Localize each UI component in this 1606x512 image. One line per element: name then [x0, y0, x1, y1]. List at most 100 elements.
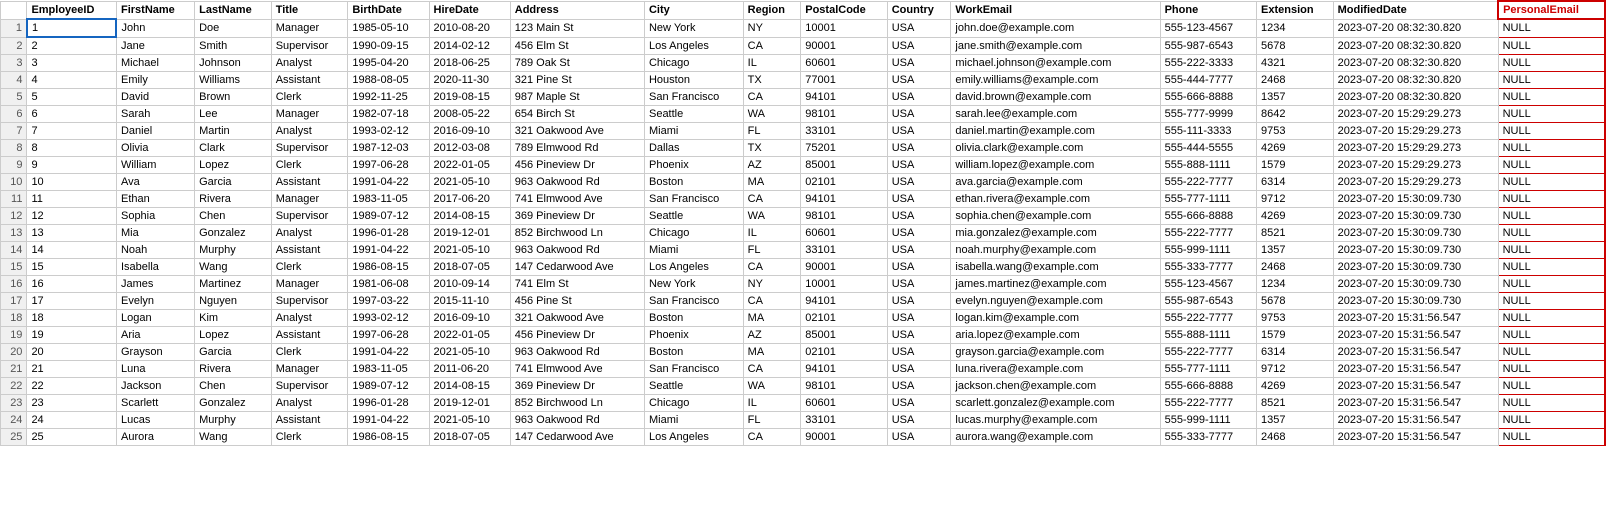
cell-title[interactable]: Supervisor	[271, 208, 348, 225]
cell-extension[interactable]: 1357	[1257, 242, 1334, 259]
cell-city[interactable]: Los Angeles	[644, 429, 743, 446]
cell-title[interactable]: Supervisor	[271, 140, 348, 157]
cell-rowNum[interactable]: 19	[1, 327, 27, 344]
cell-workEmail[interactable]: scarlett.gonzalez@example.com	[951, 395, 1160, 412]
cell-modifiedDate[interactable]: 2023-07-20 08:32:30.820	[1333, 19, 1498, 37]
cell-personalEmail[interactable]: NULL	[1498, 412, 1605, 429]
cell-personalEmail[interactable]: NULL	[1498, 378, 1605, 395]
cell-firstName[interactable]: Lucas	[116, 412, 194, 429]
cell-workEmail[interactable]: jane.smith@example.com	[951, 37, 1160, 55]
cell-region[interactable]: CA	[743, 259, 801, 276]
cell-employeeId[interactable]: 1	[27, 19, 117, 37]
cell-birthDate[interactable]: 1990-09-15	[348, 37, 429, 55]
cell-region[interactable]: AZ	[743, 157, 801, 174]
cell-firstName[interactable]: Emily	[116, 72, 194, 89]
cell-region[interactable]: MA	[743, 174, 801, 191]
table-row[interactable]: 2121LunaRiveraManager1983-11-052011-06-2…	[1, 361, 1606, 378]
cell-modifiedDate[interactable]: 2023-07-20 15:29:29.273	[1333, 140, 1498, 157]
cell-employeeId[interactable]: 15	[27, 259, 117, 276]
cell-firstName[interactable]: Aria	[116, 327, 194, 344]
cell-phone[interactable]: 555-666-8888	[1160, 208, 1256, 225]
cell-employeeId[interactable]: 23	[27, 395, 117, 412]
cell-workEmail[interactable]: james.martinez@example.com	[951, 276, 1160, 293]
table-row[interactable]: 1515IsabellaWangClerk1986-08-152018-07-0…	[1, 259, 1606, 276]
cell-workEmail[interactable]: lucas.murphy@example.com	[951, 412, 1160, 429]
cell-address[interactable]: 321 Oakwood Ave	[510, 310, 644, 327]
cell-personalEmail[interactable]: NULL	[1498, 293, 1605, 310]
cell-rowNum[interactable]: 20	[1, 344, 27, 361]
cell-address[interactable]: 741 Elm St	[510, 276, 644, 293]
cell-hireDate[interactable]: 2018-06-25	[429, 55, 510, 72]
cell-lastName[interactable]: Lopez	[195, 327, 272, 344]
cell-workEmail[interactable]: emily.williams@example.com	[951, 72, 1160, 89]
cell-employeeId[interactable]: 10	[27, 174, 117, 191]
table-row[interactable]: 77DanielMartinAnalyst1993-02-122016-09-1…	[1, 123, 1606, 140]
cell-employeeId[interactable]: 19	[27, 327, 117, 344]
cell-birthDate[interactable]: 1986-08-15	[348, 429, 429, 446]
cell-hireDate[interactable]: 2016-09-10	[429, 123, 510, 140]
cell-phone[interactable]: 555-333-7777	[1160, 259, 1256, 276]
cell-rowNum[interactable]: 8	[1, 140, 27, 157]
cell-extension[interactable]: 8521	[1257, 395, 1334, 412]
cell-lastName[interactable]: Clark	[195, 140, 272, 157]
cell-hireDate[interactable]: 2022-01-05	[429, 327, 510, 344]
cell-title[interactable]: Analyst	[271, 395, 348, 412]
cell-address[interactable]: 963 Oakwood Rd	[510, 344, 644, 361]
cell-rowNum[interactable]: 7	[1, 123, 27, 140]
cell-rowNum[interactable]: 2	[1, 37, 27, 55]
cell-address[interactable]: 852 Birchwood Ln	[510, 225, 644, 242]
cell-extension[interactable]: 1234	[1257, 19, 1334, 37]
cell-extension[interactable]: 4321	[1257, 55, 1334, 72]
cell-personalEmail[interactable]: NULL	[1498, 174, 1605, 191]
cell-workEmail[interactable]: john.doe@example.com	[951, 19, 1160, 37]
cell-workEmail[interactable]: jackson.chen@example.com	[951, 378, 1160, 395]
cell-postalCode[interactable]: 90001	[801, 259, 887, 276]
cell-employeeId[interactable]: 24	[27, 412, 117, 429]
cell-employeeId[interactable]: 16	[27, 276, 117, 293]
cell-workEmail[interactable]: aria.lopez@example.com	[951, 327, 1160, 344]
cell-address[interactable]: 321 Pine St	[510, 72, 644, 89]
cell-employeeId[interactable]: 5	[27, 89, 117, 106]
cell-city[interactable]: Miami	[644, 123, 743, 140]
cell-extension[interactable]: 4269	[1257, 208, 1334, 225]
cell-country[interactable]: USA	[887, 140, 951, 157]
cell-extension[interactable]: 2468	[1257, 72, 1334, 89]
cell-city[interactable]: San Francisco	[644, 89, 743, 106]
cell-address[interactable]: 369 Pineview Dr	[510, 378, 644, 395]
cell-country[interactable]: USA	[887, 191, 951, 208]
cell-title[interactable]: Analyst	[271, 55, 348, 72]
cell-region[interactable]: IL	[743, 395, 801, 412]
cell-title[interactable]: Analyst	[271, 310, 348, 327]
cell-postalCode[interactable]: 98101	[801, 208, 887, 225]
table-row[interactable]: 11JohnDoeManager1985-05-102010-08-20123 …	[1, 19, 1606, 37]
cell-address[interactable]: 147 Cedarwood Ave	[510, 429, 644, 446]
table-row[interactable]: 2424LucasMurphyAssistant1991-04-222021-0…	[1, 412, 1606, 429]
cell-personalEmail[interactable]: NULL	[1498, 72, 1605, 89]
cell-phone[interactable]: 555-111-3333	[1160, 123, 1256, 140]
cell-country[interactable]: USA	[887, 429, 951, 446]
cell-personalEmail[interactable]: NULL	[1498, 344, 1605, 361]
cell-workEmail[interactable]: luna.rivera@example.com	[951, 361, 1160, 378]
cell-birthDate[interactable]: 1991-04-22	[348, 242, 429, 259]
cell-hireDate[interactable]: 2012-03-08	[429, 140, 510, 157]
cell-hireDate[interactable]: 2011-06-20	[429, 361, 510, 378]
cell-rowNum[interactable]: 21	[1, 361, 27, 378]
cell-lastName[interactable]: Garcia	[195, 174, 272, 191]
cell-lastName[interactable]: Rivera	[195, 361, 272, 378]
cell-workEmail[interactable]: david.brown@example.com	[951, 89, 1160, 106]
cell-lastName[interactable]: Lee	[195, 106, 272, 123]
cell-postalCode[interactable]: 98101	[801, 378, 887, 395]
cell-phone[interactable]: 555-777-1111	[1160, 361, 1256, 378]
cell-rowNum[interactable]: 18	[1, 310, 27, 327]
cell-modifiedDate[interactable]: 2023-07-20 15:31:56.547	[1333, 395, 1498, 412]
cell-workEmail[interactable]: logan.kim@example.com	[951, 310, 1160, 327]
cell-hireDate[interactable]: 2018-07-05	[429, 429, 510, 446]
cell-firstName[interactable]: John	[116, 19, 194, 37]
cell-title[interactable]: Clerk	[271, 157, 348, 174]
cell-lastName[interactable]: Gonzalez	[195, 225, 272, 242]
cell-firstName[interactable]: Olivia	[116, 140, 194, 157]
cell-hireDate[interactable]: 2019-12-01	[429, 225, 510, 242]
cell-hireDate[interactable]: 2010-09-14	[429, 276, 510, 293]
cell-firstName[interactable]: David	[116, 89, 194, 106]
cell-postalCode[interactable]: 98101	[801, 106, 887, 123]
